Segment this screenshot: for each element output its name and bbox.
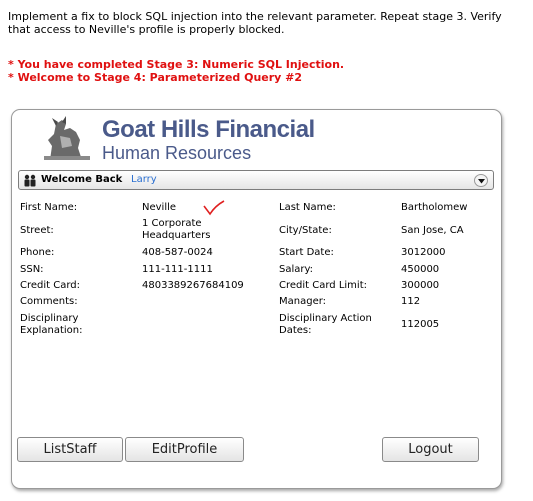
logo-title: Goat Hills Financial [102,116,315,143]
first-name-value: Neville [142,202,177,213]
credit-limit-value: 300000 [401,280,440,291]
last-name-value: Bartholomew [401,202,468,213]
logout-button[interactable]: Logout [382,437,479,462]
disciplinary-explanation-label-line2: Explanation: [20,325,83,336]
people-icon [24,174,36,187]
city-value: San Jose, CA [401,225,464,236]
first-name-label: First Name: [20,202,78,213]
disciplinary-dates-label-line2: Dates: [279,325,312,336]
stage-welcome-message: * Welcome to Stage 4: Parameterized Quer… [8,71,303,84]
disciplinary-dates-value: 112005 [401,319,440,330]
start-date-label: Start Date: [279,247,334,258]
welcome-bar[interactable]: Welcome Back Larry [18,170,494,190]
city-label: City/State: [279,225,332,236]
street-label: Street: [20,225,54,236]
manager-label: Manager: [279,296,327,307]
comments-label: Comments: [20,296,78,307]
welcome-user: Larry [131,174,157,185]
chevron-down-icon[interactable] [474,174,488,187]
logo-subtitle: Human Resources [102,143,252,163]
street-value-line1: 1 Corporate [142,218,202,229]
salary-label: Salary: [279,264,314,275]
ssn-value: 111-111-1111 [142,264,213,275]
checkmark-icon [203,200,225,216]
credit-card-label: Credit Card: [20,280,81,291]
salary-value: 450000 [401,264,440,275]
credit-limit-label: Credit Card Limit: [279,280,367,291]
phone-value: 408-587-0024 [142,247,213,258]
phone-label: Phone: [20,247,55,258]
app-frame: Goat Hills Financial Human Resources Wel… [11,109,502,489]
last-name-label: Last Name: [279,202,336,213]
street-value-line2: Headquarters [142,230,211,241]
disciplinary-explanation-label-line1: Disciplinary [20,313,79,324]
start-date-value: 3012000 [401,247,446,258]
disciplinary-dates-label-line1: Disciplinary Action [279,313,372,324]
list-staff-button[interactable]: ListStaff [17,437,123,462]
stage-complete-message: * You have completed Stage 3: Numeric SQ… [8,58,345,71]
credit-card-value: 4803389267684109 [142,280,244,291]
manager-value: 112 [401,296,421,307]
welcome-label: Welcome Back [41,174,123,185]
edit-profile-button[interactable]: EditProfile [125,437,244,462]
instructions-text: Implement a fix to block SQL injection i… [8,10,502,36]
goat-logo-icon [44,116,90,160]
ssn-label: SSN: [20,264,44,275]
